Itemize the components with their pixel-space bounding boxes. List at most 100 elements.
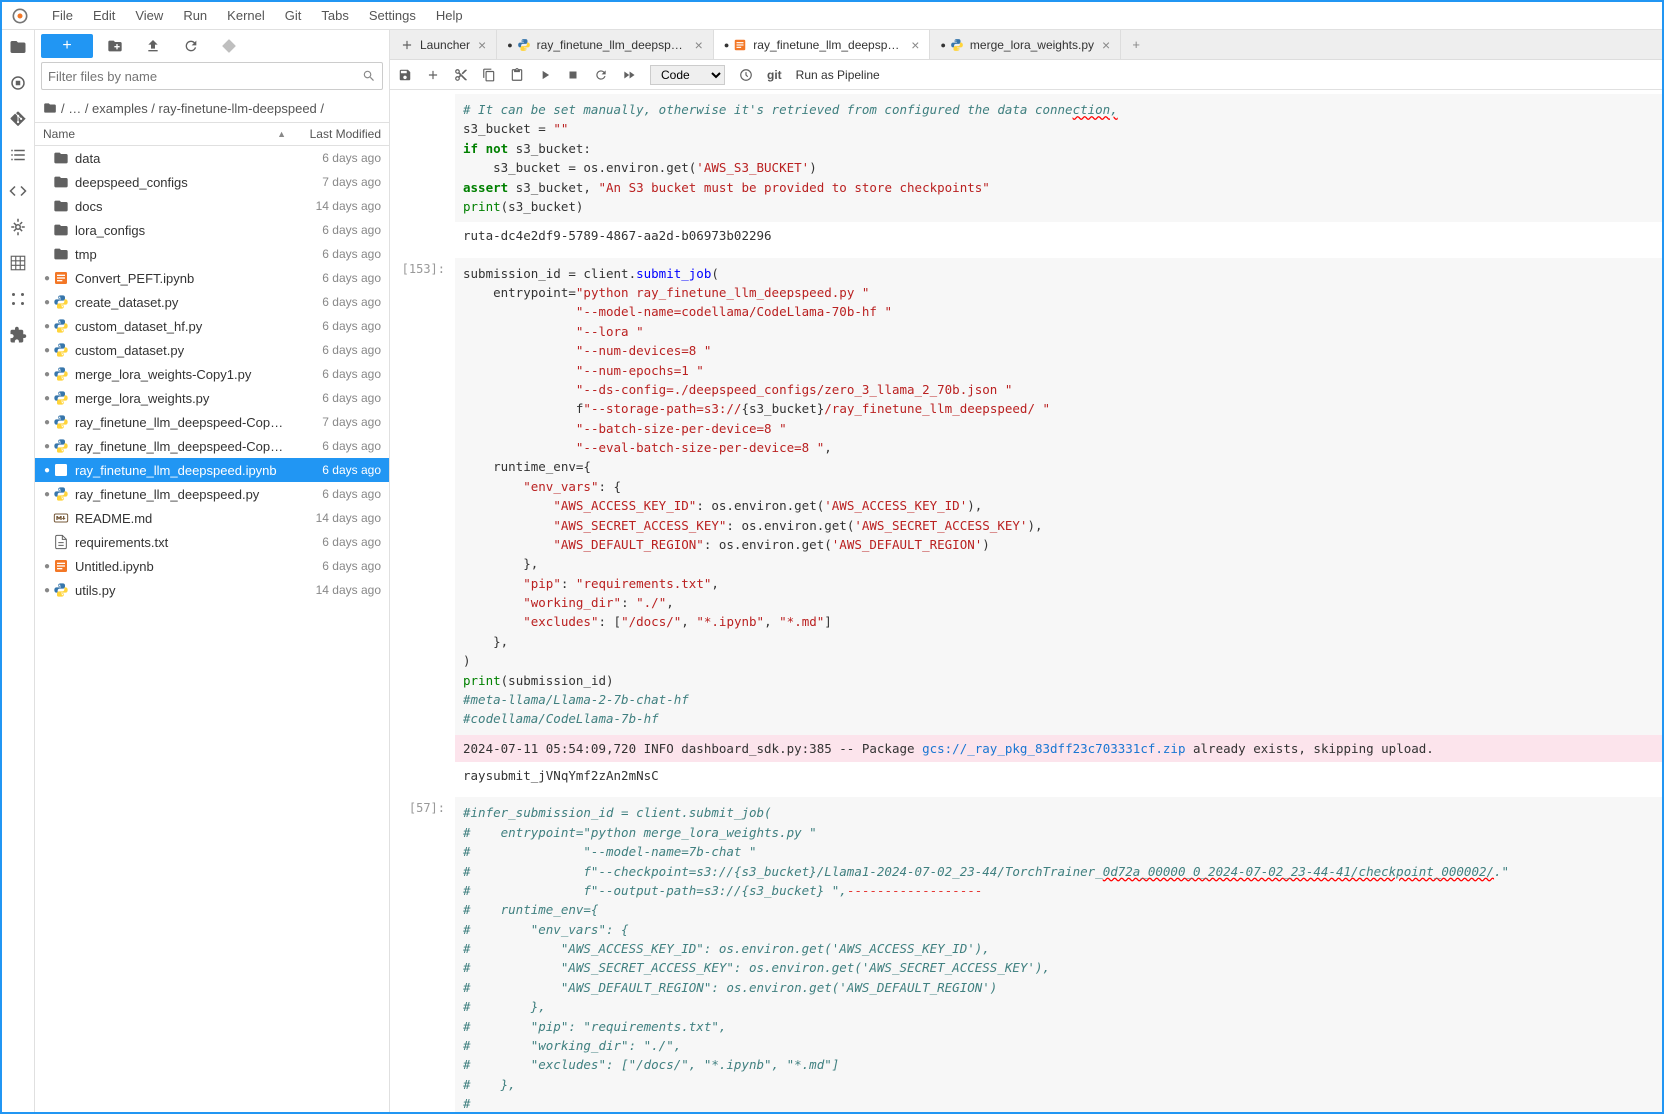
code-output: raysubmit_jVNqYmf2zAn2mNsC	[455, 762, 1662, 789]
cell[interactable]: [57]:#infer_submission_id = client.submi…	[390, 793, 1662, 1112]
breadcrumb[interactable]: / … / examples / ray-finetune-llm-deepsp…	[35, 94, 389, 122]
close-icon[interactable]: ×	[911, 37, 919, 53]
save-icon[interactable]	[398, 68, 412, 82]
menu-view[interactable]: View	[125, 4, 173, 27]
file-modified: 6 days ago	[286, 295, 381, 309]
build-icon[interactable]	[9, 218, 27, 236]
git-icon[interactable]	[9, 110, 27, 128]
copy-icon[interactable]	[482, 68, 496, 82]
paste-icon[interactable]	[510, 68, 524, 82]
file-modified: 6 days ago	[286, 463, 381, 477]
file-row[interactable]: ●ray_finetune_llm_deepspeed-Copy1.py7 da…	[35, 410, 389, 434]
file-row[interactable]: ●utils.py14 days ago	[35, 578, 389, 602]
file-row[interactable]: ●Convert_PEFT.ipynb6 days ago	[35, 266, 389, 290]
folder-icon	[53, 150, 69, 166]
cut-icon[interactable]	[454, 68, 468, 82]
data-grid-icon[interactable]	[9, 254, 27, 272]
file-row[interactable]: README.md14 days ago	[35, 506, 389, 530]
upload-icon[interactable]	[145, 38, 161, 54]
cluster-icon[interactable]	[9, 290, 27, 308]
file-modified: 14 days ago	[286, 511, 381, 525]
filter-wrapper	[41, 62, 383, 90]
filter-input[interactable]	[48, 69, 362, 84]
file-row[interactable]: ●custom_dataset.py6 days ago	[35, 338, 389, 362]
tab-label: ray_finetune_llm_deepspeec	[753, 38, 903, 52]
jupyter-logo	[10, 6, 30, 26]
new-launcher-button[interactable]: +	[41, 34, 93, 58]
file-row[interactable]: ●Untitled.ipynb6 days ago	[35, 554, 389, 578]
menu-settings[interactable]: Settings	[359, 4, 426, 27]
file-row[interactable]: deepspeed_configs7 days ago	[35, 170, 389, 194]
tab-label: Launcher	[420, 38, 470, 52]
file-row[interactable]: data6 days ago	[35, 146, 389, 170]
menu-run[interactable]: Run	[173, 4, 217, 27]
restart-run-all-icon[interactable]	[622, 68, 636, 82]
file-row[interactable]: tmp6 days ago	[35, 242, 389, 266]
cell[interactable]: # It can be set manually, otherwise it's…	[390, 90, 1662, 254]
file-name: lora_configs	[75, 223, 286, 238]
notebook[interactable]: # It can be set manually, otherwise it's…	[390, 90, 1662, 1112]
tab[interactable]: ●merge_lora_weights.py×	[930, 30, 1121, 59]
toc-icon[interactable]	[9, 146, 27, 164]
restart-icon[interactable]	[594, 68, 608, 82]
new-folder-icon[interactable]	[107, 38, 123, 54]
file-modified: 7 days ago	[286, 415, 381, 429]
file-row[interactable]: ●custom_dataset_hf.py6 days ago	[35, 314, 389, 338]
file-row[interactable]: ●create_dataset.py6 days ago	[35, 290, 389, 314]
column-name[interactable]: Name	[43, 127, 75, 141]
search-icon[interactable]	[362, 69, 376, 83]
file-modified: 6 days ago	[286, 319, 381, 333]
tab-label: ray_finetune_llm_deepspeec	[537, 38, 687, 52]
git-label[interactable]: git	[767, 68, 782, 82]
file-row[interactable]: docs14 days ago	[35, 194, 389, 218]
folder-icon[interactable]	[9, 38, 27, 56]
file-row[interactable]: lora_configs6 days ago	[35, 218, 389, 242]
add-cell-icon[interactable]	[426, 68, 440, 82]
close-icon[interactable]: ×	[695, 37, 703, 53]
code-output: 2024-07-11 05:54:09,720 INFO dashboard_s…	[455, 735, 1662, 762]
python-icon	[53, 414, 69, 430]
menu-file[interactable]: File	[42, 4, 83, 27]
file-modified: 6 days ago	[286, 343, 381, 357]
close-icon[interactable]: ×	[1102, 37, 1110, 53]
python-icon	[53, 438, 69, 454]
menu-help[interactable]: Help	[426, 4, 473, 27]
file-row[interactable]: ●ray_finetune_llm_deepspeed.py6 days ago	[35, 482, 389, 506]
notebook-icon	[733, 38, 747, 52]
file-row[interactable]: requirements.txt6 days ago	[35, 530, 389, 554]
code-input[interactable]: submission_id = client.submit_job( entry…	[455, 258, 1662, 735]
git-toggle-icon[interactable]	[221, 38, 237, 54]
file-modified: 6 days ago	[286, 487, 381, 501]
running-icon[interactable]	[9, 74, 27, 92]
menu-tabs[interactable]: Tabs	[311, 4, 358, 27]
menu-kernel[interactable]: Kernel	[217, 4, 275, 27]
cell-type-select[interactable]: Code	[650, 65, 725, 85]
extensions-icon[interactable]	[9, 326, 27, 344]
run-icon[interactable]	[538, 68, 552, 82]
notebook-icon	[53, 558, 69, 574]
file-row[interactable]: ●ray_finetune_llm_deepspeed.ipynb6 days …	[35, 458, 389, 482]
file-row[interactable]: ●merge_lora_weights.py6 days ago	[35, 386, 389, 410]
column-modified[interactable]: Last Modified	[286, 127, 381, 141]
add-tab-button[interactable]: +	[1121, 30, 1151, 59]
code-input[interactable]: # It can be set manually, otherwise it's…	[455, 94, 1662, 222]
file-name: tmp	[75, 247, 286, 262]
tab[interactable]: ●ray_finetune_llm_deepspeec×	[497, 30, 714, 59]
cell[interactable]: [153]:submission_id = client.submit_job(…	[390, 254, 1662, 794]
stop-icon[interactable]	[566, 68, 580, 82]
code-icon[interactable]	[9, 182, 27, 200]
code-input[interactable]: #infer_submission_id = client.submit_job…	[455, 797, 1662, 1112]
file-row[interactable]: ●ray_finetune_llm_deepspeed-Copy2.py6 da…	[35, 434, 389, 458]
file-row[interactable]: ●merge_lora_weights-Copy1.py6 days ago	[35, 362, 389, 386]
close-icon[interactable]: ×	[478, 37, 486, 53]
menu-edit[interactable]: Edit	[83, 4, 125, 27]
menu-git[interactable]: Git	[275, 4, 312, 27]
sort-asc-icon[interactable]: ▲	[277, 129, 286, 139]
tab[interactable]: ●ray_finetune_llm_deepspeec×	[714, 30, 931, 59]
prompt: [153]:	[390, 258, 455, 790]
python-icon	[53, 390, 69, 406]
tab[interactable]: Launcher ×	[390, 30, 497, 59]
run-as-pipeline[interactable]: Run as Pipeline	[796, 68, 880, 82]
refresh-icon[interactable]	[183, 38, 199, 54]
time-icon[interactable]	[739, 68, 753, 82]
